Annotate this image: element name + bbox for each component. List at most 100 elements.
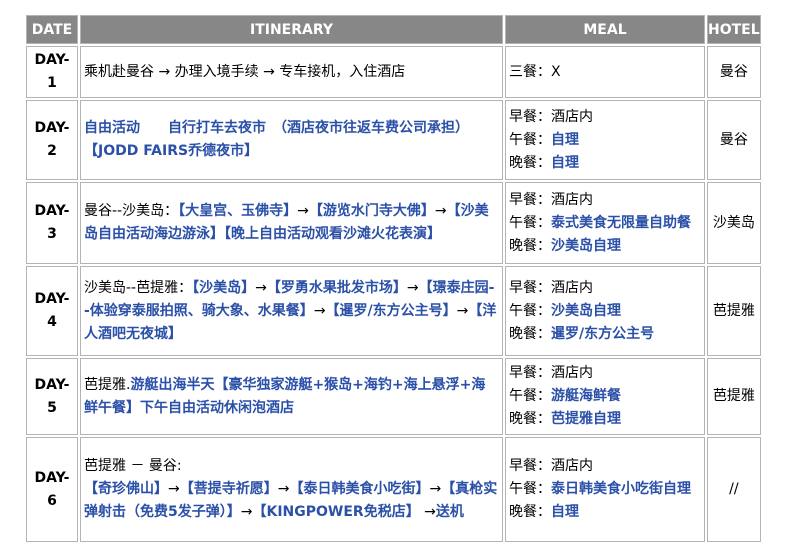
header-itinerary: ITINERARY [80, 15, 503, 44]
header-row: DATE ITINERARY MEAL HOTEL [26, 15, 761, 44]
header-date: DATE [26, 15, 78, 44]
itinerary-text: → [406, 279, 419, 296]
itinerary-highlight: 【奇珍佛山】 [84, 481, 168, 497]
meal-line: 三餐：X [509, 61, 701, 84]
meal-cell: 早餐：酒店内 午餐：自理 晚餐：自理 [505, 100, 705, 180]
itinerary-text: → [277, 481, 290, 497]
meal-label: 晚餐： [509, 325, 551, 342]
meal-label: 午餐： [509, 481, 551, 497]
meal-label: 早餐： [509, 458, 551, 474]
table-row: DAY-3 曼谷--沙美岛：【大皇宫、玉佛寺】→【游览水门寺大佛】→【沙美岛自由活… [26, 182, 761, 264]
meal-label: 晚餐： [509, 411, 551, 427]
hotel-cell: // [707, 437, 761, 542]
itinerary-text: → [255, 279, 267, 296]
meal-value: 自理 [551, 504, 579, 520]
itinerary-highlight: 【沙美岛】 [192, 279, 256, 296]
meal-label: 午餐： [509, 214, 551, 231]
meal-value: 暹罗/东方公主号 [551, 325, 655, 342]
itinerary-text: 乘机赴曼谷 [84, 63, 159, 80]
itinerary-text: 沙美岛--芭提雅： [84, 279, 193, 296]
itinerary-text: 专车接机，入住酒店 [274, 63, 406, 80]
day-cell: DAY-4 [26, 266, 78, 356]
day-cell: DAY-1 [26, 46, 78, 98]
itinerary-text: → [263, 63, 275, 80]
table-row: DAY-5 芭提雅.游艇出海半天【豪华独家游艇+猴岛+海钓+海上悬浮+海鲜午餐】下… [26, 358, 761, 435]
itinerary-highlight: 【KINGPOWER免税店】 [252, 504, 420, 520]
meal-cell: 早餐：酒店内 午餐：沙美岛自理 晚餐：暹罗/东方公主号 [505, 266, 705, 356]
itinerary-highlight: 游艇出海半天【豪华独家游艇+猴岛+海钓+海上悬浮+海鲜午餐】下午自由活动休闲泡酒… [84, 376, 486, 416]
itinerary-cell: 乘机赴曼谷 → 办理入境手续 → 专车接机，入住酒店 [80, 46, 503, 98]
itinerary-text: → [297, 203, 309, 219]
meal-label: 晚餐： [509, 504, 551, 520]
hotel-cell: 芭提雅 [707, 358, 761, 435]
meal-value: 酒店内 [551, 458, 593, 474]
meal-line: 晚餐：沙美岛自理 [509, 235, 701, 258]
meal-line: 午餐：游艇海鲜餐 [509, 385, 701, 408]
itinerary-text: 芭提雅. [84, 376, 131, 393]
header-hotel: HOTEL [707, 15, 761, 44]
itinerary-text: 芭提雅 － 曼谷: [84, 458, 182, 474]
itinerary-text: → [158, 63, 171, 80]
itinerary-cell: 芭提雅 － 曼谷: 【奇珍佛山】→【菩提寺祈愿】→【泰日韩美食小吃街】→【真枪实… [80, 437, 503, 542]
itinerary-text: → [434, 203, 447, 219]
meal-value: 沙美岛自理 [551, 302, 621, 319]
itinerary-highlight: 【菩提寺祈愿】 [179, 481, 278, 497]
itinerary-text: → [429, 481, 442, 497]
hotel-cell: 曼谷 [707, 100, 761, 180]
meal-value: 自理 [551, 131, 579, 148]
meal-line: 早餐：酒店内 [509, 455, 701, 478]
itinerary-highlight: 送机 [435, 504, 464, 520]
meal-line: 早餐：酒店内 [509, 106, 701, 129]
itinerary-text: 曼谷--沙美岛： [84, 203, 179, 219]
meal-line: 早餐：酒店内 [509, 277, 701, 300]
meal-cell: 早餐：酒店内 午餐：泰日韩美食小吃街自理 晚餐：自理 [505, 437, 705, 542]
itinerary-cell: 自由活动 自行打车去夜市 （酒店夜市往返车费公司承担）【JODD FAIRS乔德… [80, 100, 503, 180]
table-row: DAY-2 自由活动 自行打车去夜市 （酒店夜市往返车费公司承担）【JODD FA… [26, 100, 761, 180]
table-row: DAY-6 芭提雅 － 曼谷: 【奇珍佛山】→【菩提寺祈愿】→【泰日韩美食小吃街】… [26, 437, 761, 542]
meal-cell: 三餐：X [505, 46, 705, 98]
meal-value: 泰日韩美食小吃街自理 [551, 481, 691, 497]
meal-line: 午餐：沙美岛自理 [509, 300, 701, 323]
itinerary-text: → [240, 504, 253, 520]
itinerary-highlight: 自由活动 自行打车去夜市 （酒店夜市往返车费公司承担）【JODD FAIRS乔德… [84, 120, 469, 159]
meal-line: 晚餐：自理 [509, 152, 701, 175]
itinerary-cell: 曼谷--沙美岛：【大皇宫、玉佛寺】→【游览水门寺大佛】→【沙美岛自由活动海边游泳… [80, 182, 503, 264]
meal-label: 早餐： [509, 108, 551, 125]
meal-label: 晚餐： [509, 237, 551, 254]
meal-value: 酒店内 [551, 365, 593, 381]
meal-line: 晚餐：自理 [509, 501, 701, 524]
hotel-cell: 曼谷 [707, 46, 761, 98]
meal-line: 晚餐：芭提雅自理 [509, 408, 701, 431]
day-cell: DAY-3 [26, 182, 78, 264]
table-row: DAY-4 沙美岛--芭提雅：【沙美岛】→【罗勇水果批发市场】→【璟泰庄园--体验… [26, 266, 761, 356]
meal-label: 三餐： [509, 63, 551, 80]
meal-line: 早餐：酒店内 [509, 362, 701, 385]
meal-cell: 早餐：酒店内 午餐：游艇海鲜餐 晚餐：芭提雅自理 [505, 358, 705, 435]
header-meal: MEAL [505, 15, 705, 44]
meal-value: 游艇海鲜餐 [551, 388, 621, 404]
day-cell: DAY-5 [26, 358, 78, 435]
meal-label: 早餐： [509, 191, 551, 208]
meal-label: 午餐： [509, 388, 551, 404]
itinerary-highlight: 【泰日韩美食小吃街】 [289, 481, 430, 497]
meal-value: 沙美岛自理 [551, 237, 621, 254]
meal-label: 午餐： [509, 302, 551, 319]
itinerary-text: 办理入境手续 [170, 63, 264, 80]
itinerary-table: DATE ITINERARY MEAL HOTEL DAY-1 乘机赴曼谷 → 办… [24, 13, 763, 544]
itinerary-highlight: 【游览水门寺大佛】 [308, 203, 435, 219]
meal-value: 自理 [551, 154, 579, 171]
meal-line: 午餐：自理 [509, 129, 701, 152]
meal-line: 午餐：泰式美食无限量自助餐 [509, 212, 701, 235]
itinerary-highlight: 【罗勇水果批发市场】 [266, 279, 407, 296]
itinerary-highlight: 【暹罗/东方公主号】 [325, 302, 457, 319]
meal-value: X [551, 63, 561, 80]
hotel-cell: 芭提雅 [707, 266, 761, 356]
meal-value: 酒店内 [551, 191, 593, 208]
itinerary-cell: 沙美岛--芭提雅：【沙美岛】→【罗勇水果批发市场】→【璟泰庄园--体验穿泰服拍照… [80, 266, 503, 356]
meal-value: 芭提雅自理 [551, 411, 621, 427]
meal-label: 午餐： [509, 131, 551, 148]
day-cell: DAY-2 [26, 100, 78, 180]
itinerary-text: → [168, 481, 180, 497]
itinerary-text: → [419, 504, 436, 520]
itinerary-text: → [456, 302, 469, 319]
